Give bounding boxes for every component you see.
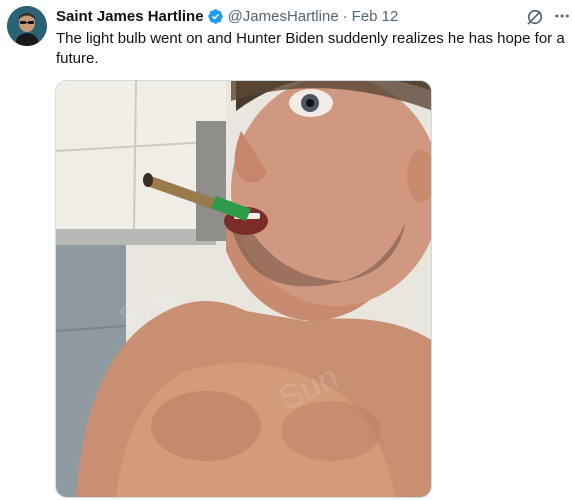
avatar-image — [7, 6, 47, 46]
author-handle[interactable]: @JamesHartline — [228, 8, 339, 25]
tweet-text: The light bulb went on and Hunter Biden … — [56, 30, 565, 67]
tweet-date[interactable]: Feb 12 — [352, 8, 399, 25]
author-display-name[interactable]: Saint James Hartline — [56, 8, 204, 25]
verified-badge-icon — [207, 8, 224, 25]
photo-image: Sun Sun — [56, 81, 431, 497]
grok-icon[interactable] — [525, 7, 545, 27]
header-separator: · — [342, 7, 348, 25]
tweet-photo[interactable]: Sun Sun — [55, 80, 432, 498]
tweet-header: Saint James Hartline @JamesHartline · Fe… — [56, 6, 398, 26]
author-avatar[interactable] — [7, 6, 47, 46]
tweet-card[interactable]: Saint James Hartline @JamesHartline · Fe… — [0, 0, 572, 500]
more-options-icon[interactable] — [552, 6, 572, 26]
